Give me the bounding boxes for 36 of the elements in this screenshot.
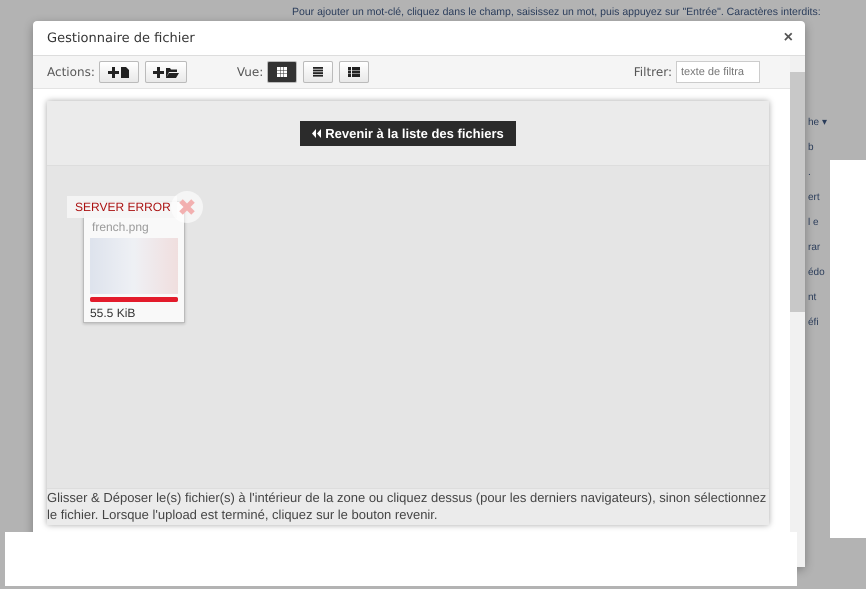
scrollbar[interactable] xyxy=(790,56,805,567)
page-text: . xyxy=(808,167,812,178)
drop-zone[interactable]: SERVER ERROR french.png 55.5 KiB xyxy=(47,166,769,488)
page-text: édo xyxy=(808,267,826,278)
page-text: b xyxy=(808,142,815,153)
close-button[interactable]: × xyxy=(784,29,793,47)
file-name: french.png xyxy=(91,220,150,234)
page-text: l e xyxy=(808,217,820,228)
table-icon xyxy=(348,67,360,77)
page-text: ert xyxy=(808,192,821,203)
plus-file-icon xyxy=(108,66,130,78)
back-button[interactable]: Revenir à la liste des fichiers xyxy=(300,120,516,146)
filter-label: Filtrer: xyxy=(634,65,672,79)
double-left-arrow-icon xyxy=(312,128,322,138)
page-text: nt xyxy=(808,292,818,303)
grid-icon xyxy=(277,67,288,77)
scroll-thumb[interactable] xyxy=(790,72,805,312)
new-file-button[interactable] xyxy=(98,61,139,83)
list-view-button[interactable] xyxy=(303,61,334,83)
view-label: Vue: xyxy=(236,65,264,79)
dialog-title: Gestionnaire de fichier xyxy=(47,30,195,46)
error-message: SERVER ERROR xyxy=(67,196,177,218)
page-text: he ▾ xyxy=(808,116,827,128)
grid-view-button[interactable] xyxy=(267,61,298,83)
file-size: 55.5 KiB xyxy=(90,306,136,320)
plus-folder-icon xyxy=(152,66,179,78)
detail-view-button[interactable] xyxy=(339,61,370,83)
filter-field[interactable]: texte de filtra xyxy=(676,61,760,83)
list-icon xyxy=(313,67,324,77)
page-text: rar xyxy=(808,242,822,253)
error-x-icon xyxy=(170,190,204,224)
new-folder-button[interactable] xyxy=(144,61,187,83)
page-text: éfi xyxy=(808,317,820,328)
help-text: Glisser & Déposer le(s) fichier(s) à l'intérieur de la zone ou cliquez dessus (pour les derniers navigateurs), sinon sélectionnez le fichier. Lorsque l'upload est terminé, cliquez sur le bouton revenir. xyxy=(47,488,769,525)
actions-label: Actions: xyxy=(47,65,95,79)
keyword-hint: Pour ajouter un mot-clé, cliquez dans le champ, saisissez un mot, puis appuyez sur "Entrée". Caractères interdits: xyxy=(292,6,821,18)
